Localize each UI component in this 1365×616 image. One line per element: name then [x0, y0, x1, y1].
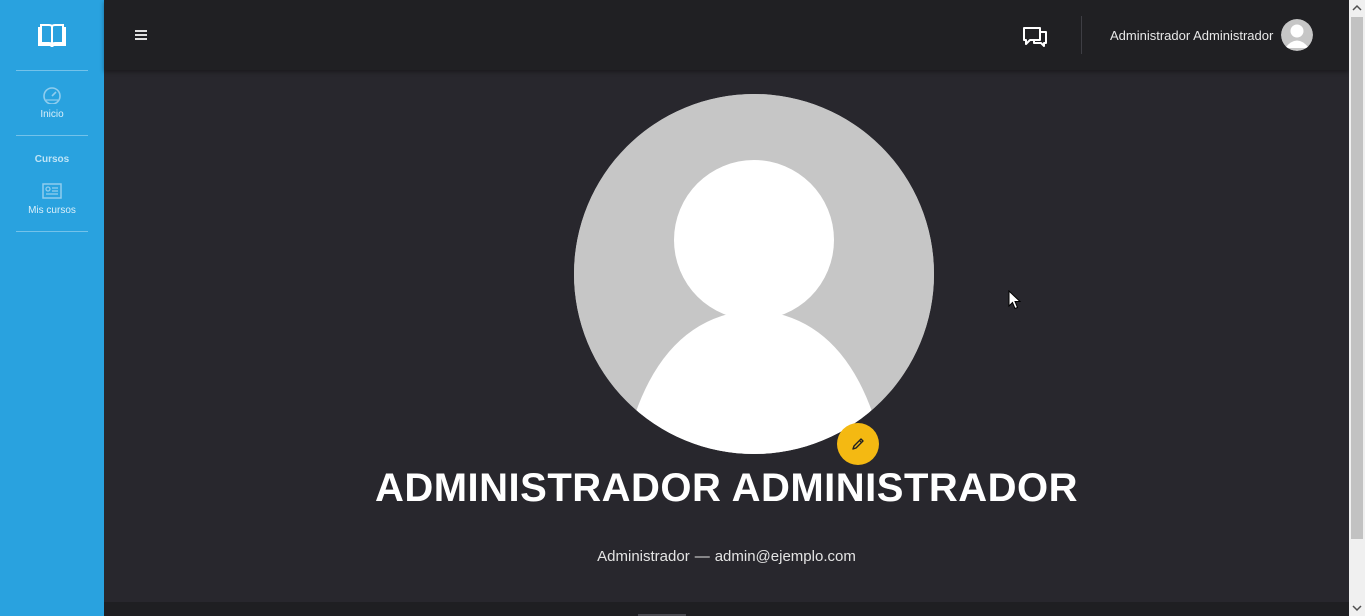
mouse-pointer-icon	[1008, 290, 1022, 310]
dashboard-gauge-icon	[43, 87, 61, 104]
scroll-down-button[interactable]	[1349, 600, 1365, 616]
profile-details: Administrador — admin@ejemplo.com	[104, 548, 1349, 565]
vertical-scrollbar[interactable]	[1349, 0, 1365, 616]
content-bottom-panel	[104, 602, 1349, 616]
sidebar-item-label: Inicio	[40, 109, 64, 120]
chevron-up-icon	[1352, 4, 1362, 11]
profile-email: admin@ejemplo.com	[714, 548, 856, 565]
chat-button[interactable]	[1020, 22, 1050, 50]
app-logo[interactable]	[0, 0, 104, 70]
user-avatar-icon	[1281, 19, 1314, 51]
scroll-thumb[interactable]	[1351, 17, 1363, 539]
sidebar: Inicio Cursos Mis cursos	[0, 0, 104, 616]
scroll-up-button[interactable]	[1349, 0, 1365, 16]
profile-role: Administrador	[597, 548, 690, 565]
sidebar-item-inicio[interactable]: Inicio	[0, 86, 104, 120]
top-header: Administrador Administrador	[104, 0, 1349, 70]
menu-toggle-button[interactable]	[134, 28, 148, 42]
sidebar-divider	[16, 231, 88, 232]
profile-avatar	[574, 94, 934, 454]
edit-avatar-button[interactable]	[837, 423, 879, 465]
user-name: Administrador Administrador	[1110, 27, 1274, 43]
sidebar-divider	[16, 135, 88, 136]
profile-separator: —	[694, 548, 710, 565]
profile-name: ADMINISTRADOR ADMINISTRADOR	[374, 466, 1079, 510]
user-silhouette-icon	[574, 94, 934, 454]
user-menu[interactable]: Administrador Administrador	[1110, 0, 1314, 70]
sidebar-section-title: Cursos	[34, 154, 70, 165]
open-book-icon	[38, 24, 66, 48]
sidebar-divider	[16, 70, 88, 71]
pencil-icon	[852, 438, 864, 450]
chat-bubbles-icon	[1023, 27, 1047, 47]
courses-list-icon	[42, 183, 62, 199]
sidebar-item-label: Mis cursos	[28, 205, 76, 216]
header-divider	[1081, 16, 1082, 54]
hamburger-menu-icon	[135, 30, 147, 40]
chevron-down-icon	[1352, 605, 1362, 612]
sidebar-item-mis-cursos[interactable]: Mis cursos	[0, 182, 104, 216]
